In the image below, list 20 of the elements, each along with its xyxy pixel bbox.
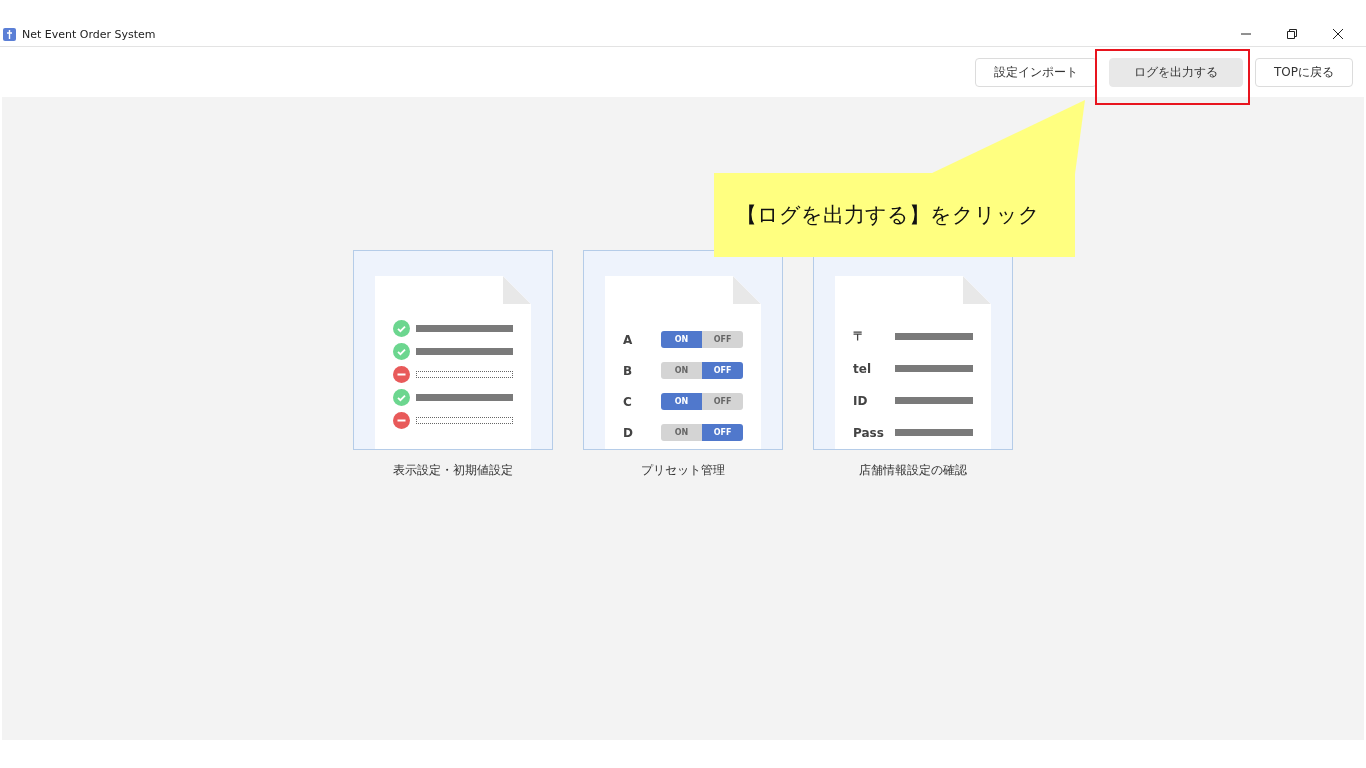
row-label: C bbox=[623, 394, 633, 409]
toolbar-button[interactable]: TOPに戻る bbox=[1255, 57, 1353, 87]
settings-card[interactable]: A ON OFF B ON OFF C ON OFF D ON OFF bbox=[583, 250, 783, 450]
settings-card[interactable] bbox=[353, 250, 553, 450]
card-caption: プリセット管理 bbox=[641, 462, 725, 479]
field-label: 〒 bbox=[853, 328, 866, 345]
card-caption: 店舗情報設定の確認 bbox=[859, 462, 967, 479]
toolbar-button[interactable]: 設定インポート bbox=[975, 57, 1097, 87]
field-label: tel bbox=[853, 361, 872, 376]
row-label: A bbox=[623, 332, 634, 347]
field-label: ID bbox=[853, 393, 869, 408]
close-icon[interactable] bbox=[1332, 28, 1344, 40]
row-label: B bbox=[623, 363, 634, 378]
restore-icon[interactable] bbox=[1286, 28, 1298, 40]
card-caption: 表示設定・初期値設定 bbox=[393, 462, 513, 479]
app-icon bbox=[3, 27, 16, 41]
row-label: D bbox=[623, 425, 634, 440]
field-label: Pass bbox=[853, 425, 885, 440]
toolbar-button[interactable]: ログを出力する bbox=[1109, 57, 1243, 87]
window-title: Net Event Order System bbox=[22, 27, 157, 41]
